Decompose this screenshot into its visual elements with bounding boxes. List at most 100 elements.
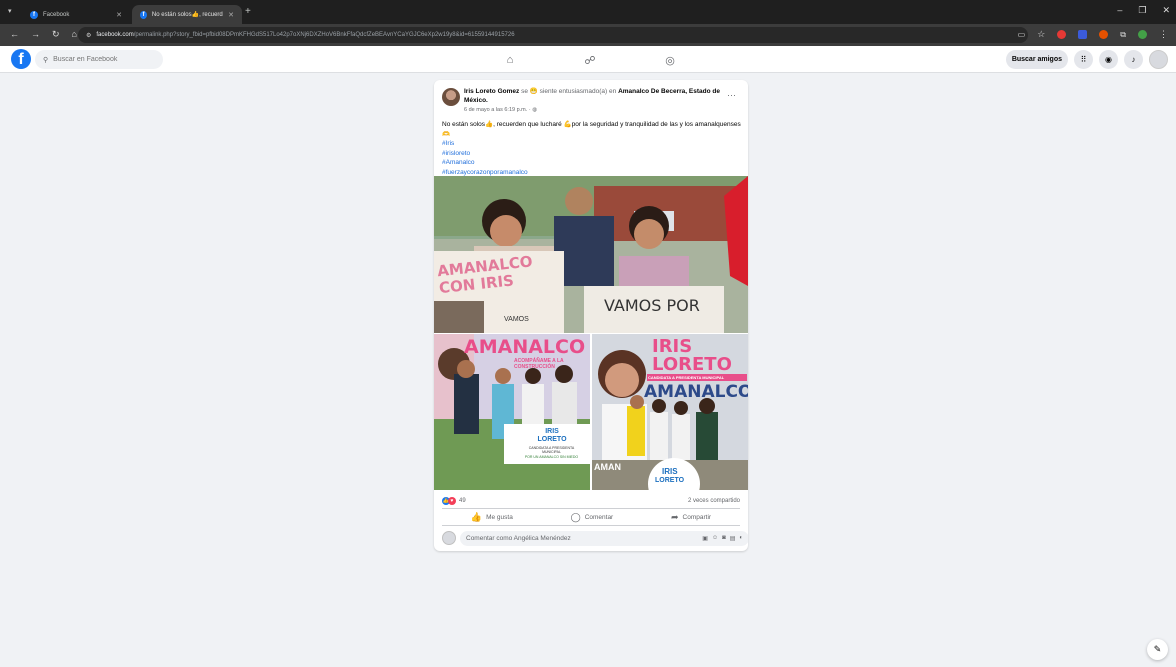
hashtag-link[interactable]: #Amanalco: [442, 158, 742, 168]
cast-icon[interactable]: ▭: [1018, 30, 1026, 39]
emoji-icon[interactable]: ☺: [712, 535, 718, 542]
post-card: Iris Loreto Gomez se 😁 siente entusiasma…: [434, 80, 748, 551]
friends-nav-icon[interactable]: ☍: [580, 50, 600, 70]
extension-icon[interactable]: [1099, 30, 1109, 39]
hashtag-link[interactable]: #irisloreto: [442, 149, 742, 159]
search-input[interactable]: [53, 56, 154, 63]
close-window-icon[interactable]: ✕: [1162, 5, 1170, 16]
like-label: Me gusta: [486, 513, 513, 521]
post-header-text: Iris Loreto Gomez se 😁 siente entusiasma…: [464, 88, 724, 105]
window-controls: – ❐ ✕: [1117, 5, 1170, 16]
facebook-favicon-icon: f: [140, 10, 147, 19]
extensions-puzzle-icon[interactable]: ⧉: [1120, 30, 1126, 40]
extension-shield-icon[interactable]: [1078, 30, 1088, 39]
right-nav: Buscar amigos ⠿ ◉ ♪: [1005, 50, 1168, 69]
facebook-logo-icon[interactable]: f: [11, 49, 31, 69]
poster-left-card-name: IRIS LORETO: [537, 428, 567, 443]
poster-right-name2: LORETO: [652, 354, 732, 375]
shares-count[interactable]: 2 veces compartido: [688, 498, 740, 504]
gif-icon[interactable]: ▤: [730, 535, 736, 542]
share-arrow-icon: ➦: [671, 511, 679, 522]
post-photo-2[interactable]: AMANALCO ACOMPÁÑAME A LA CONSTRUCCIÓN IR…: [434, 334, 590, 490]
post-stats: 👍 ♥ 49 2 veces compartido: [442, 496, 740, 506]
home-nav-icon[interactable]: ⌂: [500, 50, 520, 70]
browser-toolbar: ← → ↻ ⌂ ⚙ facebook.com/permalink.php?sto…: [0, 24, 1176, 46]
browser-tab-bar: ▾ f Facebook ✕ f No están solos👍, recuer…: [0, 0, 1176, 24]
more-options-icon[interactable]: ···: [727, 90, 736, 100]
comment-button[interactable]: ◯ Comentar: [563, 510, 622, 525]
share-button[interactable]: ➦ Compartir: [663, 510, 719, 525]
url-path: /permalink.php?story_fbid=pfbid08DPmKFHG…: [133, 32, 515, 38]
comment-placeholder: Comentar como Angélica Menéndez: [466, 535, 571, 542]
love-reaction-icon[interactable]: ♥: [448, 497, 456, 505]
post-actions: 👍 Me gusta ◯ Comentar ➦ Compartir: [442, 508, 740, 526]
feeling-text: se 😁 siente entusiasmado(a) en: [521, 88, 617, 95]
sticker-icon[interactable]: ▣: [702, 535, 708, 542]
address-bar[interactable]: ⚙ facebook.com/permalink.php?story_fbid=…: [78, 27, 1028, 43]
poster-left-sub: ACOMPÁÑAME A LA CONSTRUCCIÓN: [514, 358, 564, 370]
close-tab-icon[interactable]: ✕: [116, 11, 122, 19]
url-domain: facebook.com: [96, 32, 134, 38]
profile-icon[interactable]: [1138, 30, 1147, 39]
poster-right-badge2: LORETO: [655, 477, 685, 484]
extension-icon[interactable]: [1057, 30, 1067, 39]
search-icon: ⚲: [43, 56, 49, 64]
tab-label: Facebook: [43, 11, 70, 18]
post-body: No están solos👍, recuerden que lucharé 💪…: [442, 121, 741, 138]
poster-right-role: CANDIDATA A PRESIDENTA MUNICIPAL: [647, 374, 747, 381]
notifications-bell-icon[interactable]: ♪: [1124, 50, 1143, 69]
home-icon[interactable]: ⌂: [72, 29, 77, 40]
comment-tools: ▣ ☺ ◙ ▤ ◐: [702, 535, 743, 542]
bookmark-star-icon[interactable]: ☆: [1037, 29, 1045, 40]
thumbs-up-icon: 👍: [470, 511, 483, 522]
comment-label: Comentar: [584, 513, 614, 521]
camera-icon[interactable]: ◙: [722, 535, 726, 542]
comment-composer: Comentar como Angélica Menéndez ▣ ☺ ◙ ▤ …: [442, 531, 748, 546]
close-tab-icon[interactable]: ✕: [228, 11, 234, 19]
menu-kebab-icon[interactable]: ⋮: [1159, 29, 1168, 40]
poster-left-card-sub: CANDIDATA A PRESIDENTA MUNICIPAL: [528, 446, 575, 454]
reload-icon[interactable]: ↻: [52, 29, 60, 40]
facebook-favicon-icon: f: [30, 10, 38, 19]
author-avatar[interactable]: [442, 88, 460, 106]
hashtag-link[interactable]: #Iris: [442, 139, 742, 149]
center-nav: ⌂ ☍ ◎: [500, 50, 680, 70]
menu-grid-icon[interactable]: ⠿: [1074, 50, 1093, 69]
reactions-count[interactable]: 49: [459, 498, 466, 504]
minimize-icon[interactable]: –: [1117, 5, 1122, 16]
author-name[interactable]: Iris Loreto Gomez: [464, 88, 519, 95]
groups-nav-icon[interactable]: ◎: [660, 50, 680, 70]
post-photo-1[interactable]: AMANALCO CON IRIS VAMOS VAMOS POR: [434, 176, 748, 333]
globe-icon: ◍: [532, 107, 537, 113]
comment-bubble-icon: ◯: [570, 511, 581, 522]
photo-1-graphic: [434, 176, 748, 333]
site-info-icon[interactable]: ⚙: [86, 32, 91, 39]
browser-tab-post[interactable]: f No están solos👍, recuerden q ✕: [132, 5, 242, 24]
post-text: No están solos👍, recuerden que lucharé 💪…: [442, 120, 742, 177]
sign-right-text: VAMOS POR: [604, 296, 700, 315]
profile-avatar[interactable]: [1149, 50, 1168, 69]
poster-right-town: AMANALCO: [644, 382, 748, 402]
messenger-icon[interactable]: ◉: [1099, 50, 1118, 69]
facebook-search[interactable]: ⚲: [35, 50, 163, 69]
post-photo-3[interactable]: IRIS LORETO CANDIDATA A PRESIDENTA MUNIC…: [592, 334, 748, 490]
post-date[interactable]: 6 de mayo a las 6:19 p.m. · ◍: [464, 107, 537, 113]
commenter-avatar: [442, 531, 456, 545]
like-button[interactable]: 👍 Me gusta: [463, 510, 521, 525]
poster-left-card-sub2: POR UN AMANALCO SIN MIEDO: [524, 455, 579, 459]
poster-right-badge1: IRIS: [662, 467, 678, 476]
post-header: Iris Loreto Gomez se 😁 siente entusiasma…: [442, 88, 740, 116]
browser-tab-facebook[interactable]: f Facebook ✕: [22, 5, 130, 24]
tab-search-icon[interactable]: ▾: [8, 7, 12, 15]
new-tab-button[interactable]: +: [245, 6, 251, 17]
avatar-sticker-icon[interactable]: ◐: [739, 535, 743, 542]
new-message-button[interactable]: ✎: [1147, 639, 1168, 660]
back-icon[interactable]: ←: [10, 29, 19, 40]
poster-left-title: AMANALCO: [464, 336, 586, 358]
find-friends-button[interactable]: Buscar amigos: [1005, 50, 1068, 69]
sign-left-small-text: VAMOS: [504, 316, 529, 323]
share-label: Compartir: [682, 513, 712, 521]
comment-input[interactable]: Comentar como Angélica Menéndez ▣ ☺ ◙ ▤ …: [460, 531, 748, 546]
forward-icon[interactable]: →: [31, 29, 40, 40]
maximize-icon[interactable]: ❐: [1138, 5, 1146, 16]
